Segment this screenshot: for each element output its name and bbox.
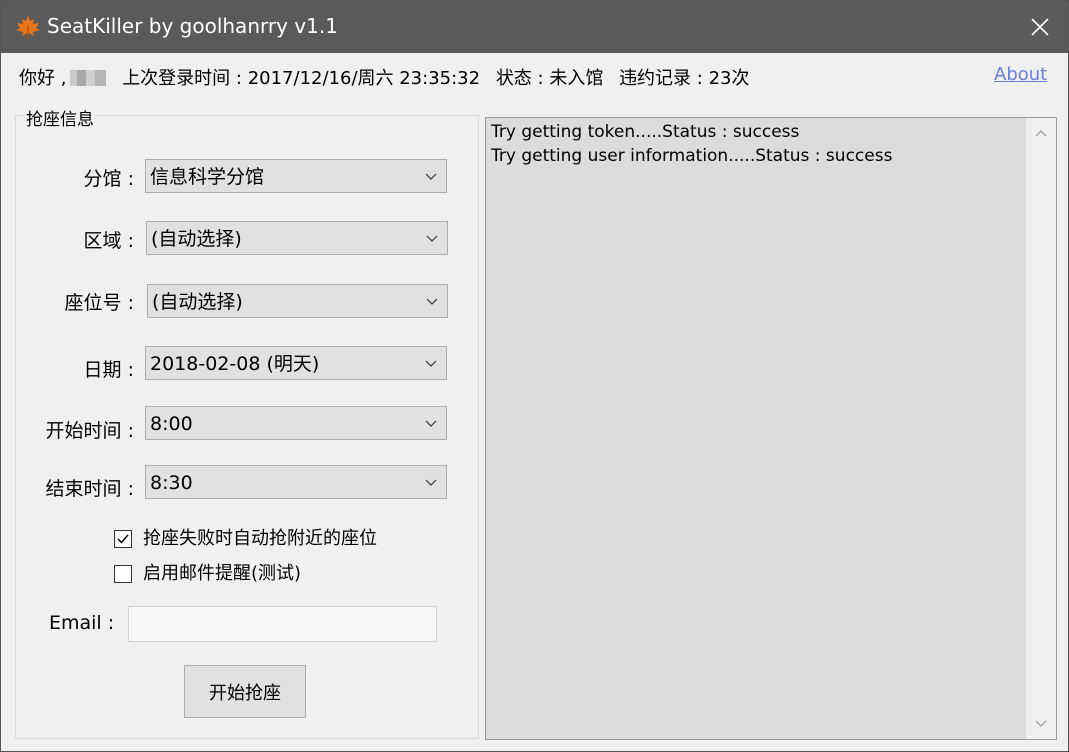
- auto-nearby-label: 抢座失败时自动抢附近的座位: [143, 528, 377, 549]
- start-time-select[interactable]: 8:00: [145, 406, 447, 440]
- email-notify-checkbox[interactable]: [114, 565, 132, 583]
- blurred-username: [70, 70, 107, 86]
- branch-label: 分馆 :: [83, 168, 134, 190]
- log-scrollbar[interactable]: [1026, 118, 1056, 739]
- window-title: SeatKiller by goolhanrry v1.1: [47, 14, 338, 38]
- about-link[interactable]: About: [994, 64, 1047, 85]
- chevron-down-icon: [425, 479, 437, 486]
- status-text: 状态 : 未入馆: [495, 68, 604, 89]
- branch-select[interactable]: 信息科学分馆: [145, 159, 447, 193]
- seat-label: 座位号 :: [64, 292, 134, 314]
- close-button[interactable]: [1012, 1, 1068, 53]
- last-login-text: 上次登录时间 : 2017/12/16/周六 23:35:32: [122, 68, 481, 89]
- log-line: Try getting token.....Status : success: [491, 122, 800, 142]
- date-select[interactable]: 2018-02-08 (明天): [145, 346, 447, 380]
- start-time-label: 开始时间 :: [45, 420, 134, 442]
- close-icon: [1031, 18, 1049, 36]
- start-time-value: 8:00: [150, 413, 193, 435]
- log-output[interactable]: Try getting token.....Status : success T…: [485, 117, 1057, 740]
- chevron-up-icon[interactable]: [1035, 128, 1047, 140]
- branch-value: 信息科学分馆: [150, 166, 265, 188]
- seat-value: (自动选择): [152, 291, 243, 313]
- violations-text: 违约记录 : 23次: [619, 68, 750, 89]
- email-field[interactable]: [128, 606, 437, 642]
- email-label: Email :: [49, 612, 115, 634]
- title-bar[interactable]: SeatKiller by goolhanrry v1.1: [1, 1, 1068, 53]
- area-select[interactable]: (自动选择): [146, 221, 448, 255]
- end-time-select[interactable]: 8:30: [145, 465, 447, 499]
- chevron-down-icon: [425, 360, 437, 367]
- date-label: 日期 :: [83, 359, 134, 381]
- app-window: SeatKiller by goolhanrry v1.1 你好 , 上次登录时…: [0, 0, 1069, 752]
- auto-nearby-checkbox[interactable]: [114, 530, 132, 548]
- log-lines: Try getting token.....Status : success T…: [491, 120, 892, 168]
- end-time-label: 结束时间 :: [45, 478, 134, 500]
- checkmark-icon: [117, 534, 129, 544]
- maple-leaf-icon: [16, 15, 40, 39]
- start-grab-button[interactable]: 开始抢座: [184, 665, 306, 718]
- chevron-down-icon: [426, 235, 438, 242]
- area-value: (自动选择): [151, 228, 242, 250]
- email-notify-label: 启用邮件提醒(测试): [143, 563, 302, 584]
- greeting-text: 你好 ,: [19, 68, 67, 89]
- seat-select[interactable]: (自动选择): [147, 284, 448, 318]
- chevron-down-icon: [425, 173, 437, 180]
- chevron-down-icon: [426, 298, 438, 305]
- user-info-bar: 你好 , 上次登录时间 : 2017/12/16/周六 23:35:32 状态 …: [19, 67, 749, 91]
- group-title: 抢座信息: [23, 105, 97, 130]
- chevron-down-icon: [425, 420, 437, 427]
- date-value: 2018-02-08 (明天): [150, 353, 320, 375]
- chevron-down-icon[interactable]: [1035, 717, 1047, 729]
- log-line: Try getting user information.....Status …: [491, 146, 893, 166]
- end-time-value: 8:30: [150, 472, 193, 494]
- area-label: 区域 :: [83, 230, 134, 252]
